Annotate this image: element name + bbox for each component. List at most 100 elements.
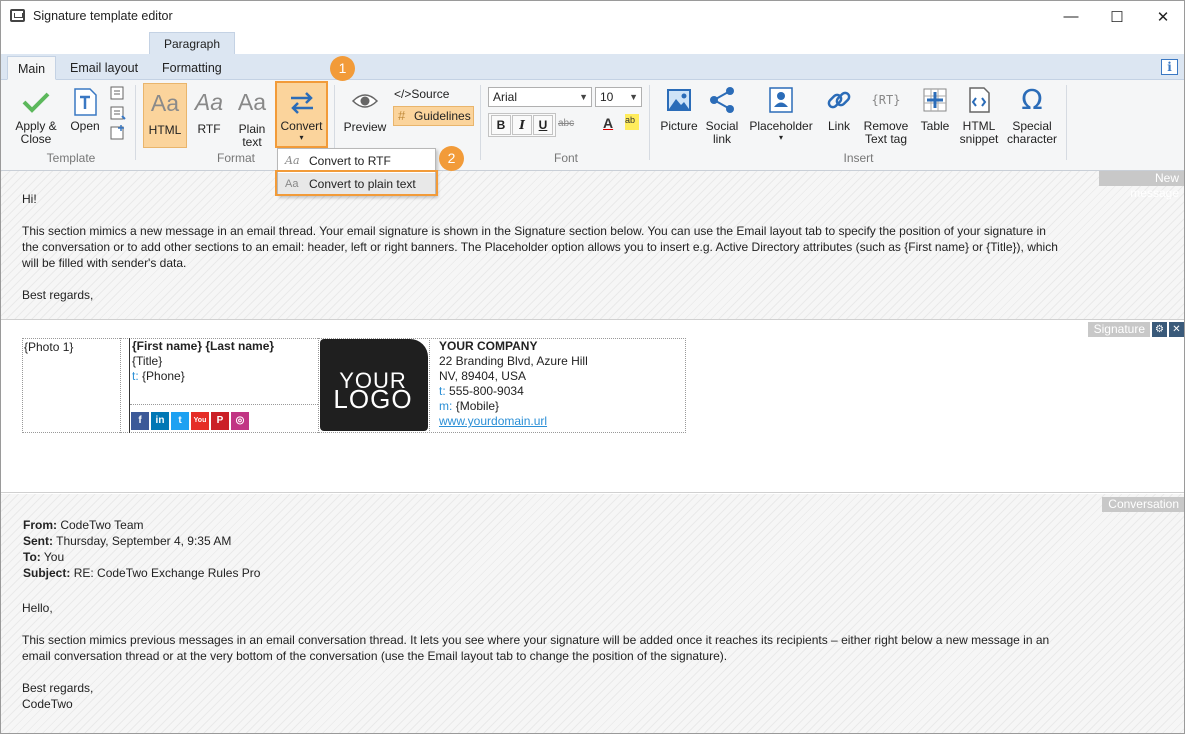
- tab-email-layout[interactable]: Email layout: [60, 56, 148, 80]
- open-button[interactable]: Open: [67, 87, 103, 133]
- plain-text-format-button[interactable]: Aa Plain text: [233, 83, 271, 149]
- table-divider: [429, 338, 430, 433]
- strikethrough-button[interactable]: abc: [558, 118, 574, 129]
- signature-phone: {Phone}: [142, 369, 185, 383]
- special-character-button[interactable]: Ω Special character: [1005, 86, 1059, 146]
- picture-button[interactable]: Picture: [657, 86, 701, 133]
- ribbon-separator: [1066, 85, 1067, 160]
- photo-placeholder: {Photo 1}: [24, 340, 74, 354]
- close-icon[interactable]: ✕: [1169, 322, 1184, 337]
- rtf-aa-icon: Aa: [194, 89, 224, 115]
- plain-label-2: text: [242, 135, 262, 149]
- twitter-icon[interactable]: t: [171, 412, 189, 430]
- source-button[interactable]: </>Source: [394, 86, 449, 103]
- conversation-line-2: email conversation thread or at the very…: [22, 649, 728, 663]
- link-label: Link: [827, 119, 850, 133]
- social-label-2: link: [712, 132, 731, 146]
- font-size-select[interactable]: 10 ▼: [595, 87, 642, 107]
- open-template-icon: [74, 88, 97, 116]
- gear-icon[interactable]: ⚙: [1152, 322, 1167, 337]
- html-snippet-button[interactable]: HTML snippet: [957, 86, 1001, 146]
- insert-group-label: Insert: [843, 151, 874, 165]
- rtf-format-button[interactable]: Aa RTF: [190, 83, 228, 148]
- conversation-line-1: This section mimics previous messages in…: [22, 633, 1050, 647]
- window-title: Signature template editor: [33, 9, 173, 23]
- rtf-label: RTF: [197, 122, 221, 136]
- close-button[interactable]: ✕: [1140, 1, 1184, 32]
- font-size-value: 10: [600, 90, 614, 104]
- plain-aa-icon: Aa: [237, 89, 267, 115]
- font-family-value: Arial: [493, 90, 518, 104]
- font-group-label: Font: [553, 151, 578, 165]
- chevron-down-icon: ▼: [579, 92, 588, 102]
- menu-item-convert-rtf[interactable]: Aa Convert to RTF: [278, 150, 435, 172]
- menu-item-label: Convert to RTF: [309, 154, 391, 168]
- minimize-button[interactable]: —: [1048, 1, 1094, 32]
- conversation-greeting: Hello,: [22, 601, 53, 615]
- maximize-button[interactable]: ☐: [1094, 1, 1140, 32]
- sent-value: Thursday, September 4, 9:35 AM: [56, 534, 232, 548]
- ribbon-separator: [480, 85, 481, 160]
- chevron-down-icon: ▼: [629, 92, 638, 102]
- company-logo: YOUR LOGO: [320, 339, 428, 431]
- subject-value: RE: CodeTwo Exchange Rules Pro: [73, 566, 261, 580]
- website-link[interactable]: www.yourdomain.url: [439, 414, 547, 429]
- remove-tag-icon: {RT}: [871, 93, 901, 107]
- rtf-aa-icon: Aa: [285, 154, 300, 167]
- rt-text: RT: [878, 93, 894, 107]
- subject-label: Subject:: [23, 566, 71, 580]
- highlight-outline: [275, 170, 438, 196]
- app-window: Signature template editor — ☐ ✕ Paragrap…: [0, 0, 1185, 734]
- remove-text-tag-button[interactable]: {RT} Remove Text tag: [861, 86, 911, 146]
- placeholder-button[interactable]: Placeholder ▾: [748, 86, 814, 142]
- new-message-closing: Best regards,: [22, 288, 94, 302]
- signature-name: {First name} {Last name}: [132, 339, 275, 353]
- omega-icon: Ω: [1021, 83, 1043, 116]
- highlight-button[interactable]: ab: [625, 114, 639, 130]
- convert-button[interactable]: Convert ▾: [275, 81, 328, 148]
- preview-label: Preview: [343, 120, 387, 134]
- template-small-icons[interactable]: [108, 85, 128, 145]
- conversation-section[interactable]: [1, 494, 1184, 733]
- info-button[interactable]: i: [1161, 59, 1178, 75]
- preview-button[interactable]: Preview: [341, 91, 389, 134]
- format-group-label: Format: [216, 151, 255, 165]
- link-button[interactable]: Link: [821, 86, 857, 133]
- html-aa-icon: Aa: [150, 90, 180, 116]
- social-link-button[interactable]: Social link: [703, 86, 741, 146]
- to-value: You: [43, 550, 65, 564]
- new-message-line-3: will be filled with sender's data.: [22, 256, 187, 270]
- youtube-icon[interactable]: You: [191, 412, 209, 430]
- linkedin-icon[interactable]: in: [151, 412, 169, 430]
- instagram-icon[interactable]: ◎: [231, 412, 249, 430]
- bold-button[interactable]: B: [491, 115, 511, 135]
- picture-label: Picture: [660, 119, 698, 133]
- signature-mobile: {Mobile}: [455, 399, 500, 413]
- pinterest-icon[interactable]: P: [211, 412, 229, 430]
- signature-tag: Signature: [1088, 322, 1150, 337]
- new-message-greeting: Hi!: [22, 192, 37, 206]
- apply-close-button[interactable]: Apply & Close: [11, 87, 61, 146]
- facebook-icon[interactable]: f: [131, 412, 149, 430]
- table-button[interactable]: Table: [917, 86, 953, 133]
- address-line-2: NV, 89404, USA: [439, 369, 526, 383]
- from-value: CodeTwo Team: [60, 518, 144, 532]
- from-label: From:: [23, 518, 57, 532]
- font-color-button[interactable]: A: [603, 115, 617, 133]
- company-phone: 555-800-9034: [449, 384, 524, 398]
- context-tab-paragraph: Paragraph: [149, 32, 235, 54]
- tab-formatting[interactable]: Formatting: [152, 56, 232, 80]
- guidelines-button[interactable]: # Guidelines: [393, 106, 474, 126]
- ribbon-separator: [649, 85, 650, 160]
- accent-line: [129, 338, 130, 433]
- underline-button[interactable]: U: [533, 115, 553, 135]
- grid-icon: #: [398, 108, 406, 123]
- font-family-select[interactable]: Arial ▼: [488, 87, 592, 107]
- italic-button[interactable]: I: [512, 115, 532, 135]
- new-message-tag: New message: [1099, 171, 1184, 200]
- tab-main[interactable]: Main: [7, 56, 57, 80]
- share-icon: [710, 87, 734, 113]
- html-format-button[interactable]: Aa HTML: [143, 83, 187, 148]
- html-snippet-label-2: snippet: [959, 132, 999, 146]
- to-label: To:: [23, 550, 41, 564]
